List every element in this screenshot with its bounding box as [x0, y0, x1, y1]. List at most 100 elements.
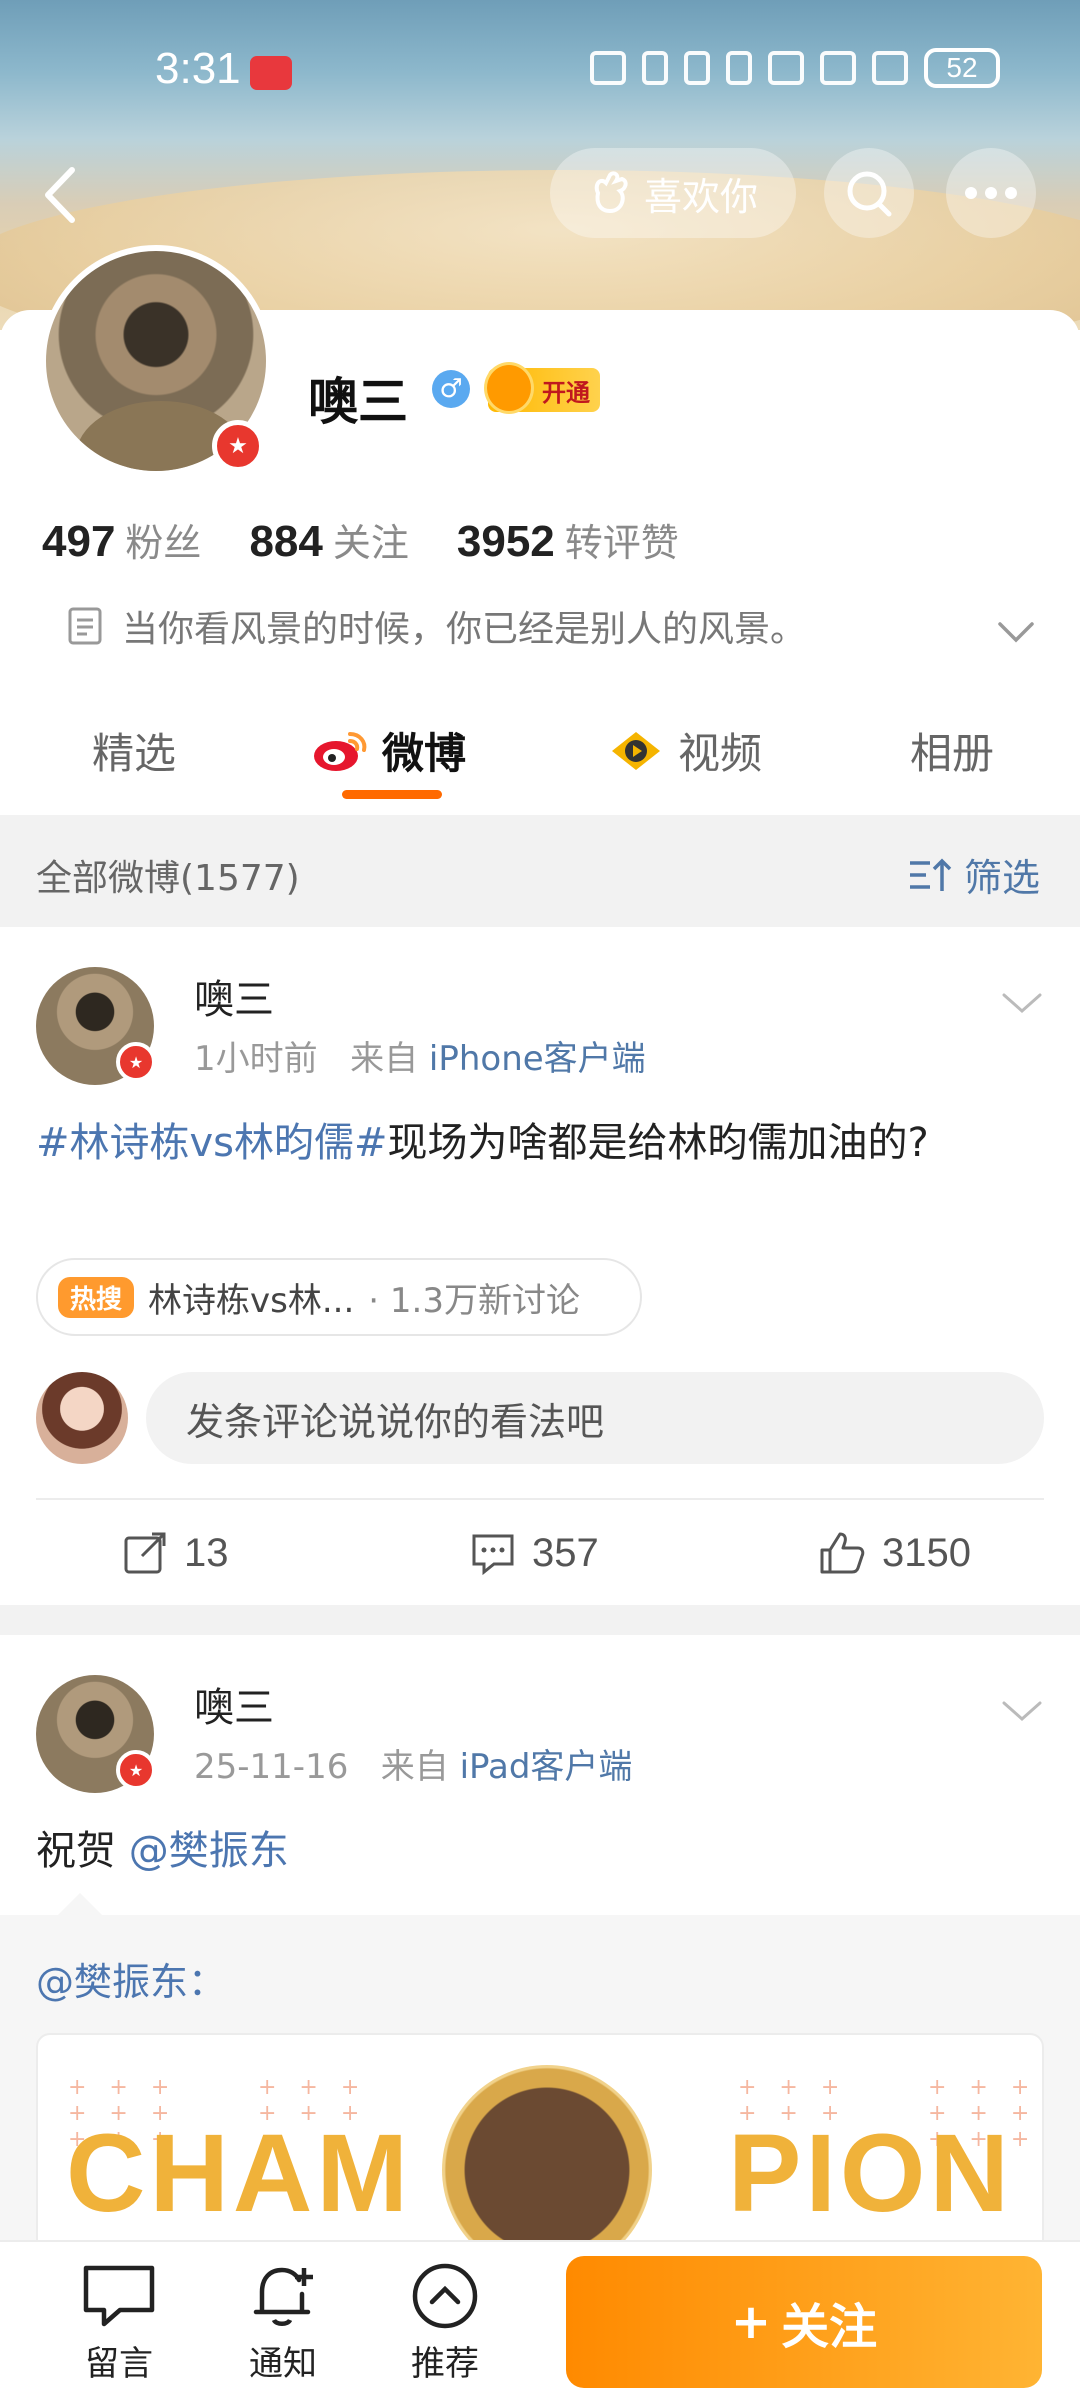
plus-icon: +	[730, 2294, 772, 2350]
more-dots-icon	[965, 187, 1017, 199]
filter-label: 筛选	[963, 856, 1040, 900]
recommend-button[interactable]: 推荐	[390, 2262, 500, 2385]
chevron-down-icon	[1002, 993, 1042, 1014]
document-icon	[68, 607, 102, 645]
chevron-down-icon	[1002, 1701, 1042, 1722]
post-divider	[36, 1498, 1044, 1500]
hand-heart-icon	[594, 171, 628, 214]
chevron-up-circle-icon	[412, 2263, 478, 2329]
battery-icon: 52	[924, 48, 1000, 88]
hashtag-link[interactable]: #林诗栋vs林昀儒#	[36, 1120, 388, 1166]
profile-tabs: 精选 微博 视频 相册	[0, 700, 1080, 810]
bluetooth-icon	[684, 51, 710, 85]
repost-author[interactable]: @樊振东：	[36, 1951, 226, 2006]
share-icon	[124, 1532, 166, 1574]
nfc-icon	[642, 51, 668, 85]
follow-label: 关注	[781, 2299, 878, 2355]
my-avatar	[36, 1372, 128, 1464]
comment-button[interactable]: 357	[470, 1530, 599, 1576]
search-button[interactable]	[824, 148, 914, 238]
chevron-left-icon	[45, 167, 75, 223]
bio-text: 当你看风景的时候，你已经是别人的风景。	[122, 609, 807, 650]
stat-num: 497	[42, 517, 116, 566]
eye-icon	[590, 51, 626, 85]
tab-label: 视频	[678, 729, 763, 778]
mention-link[interactable]: @樊振东	[129, 1828, 289, 1874]
verified-badge-icon: ★	[212, 420, 264, 472]
tab-album[interactable]: 相册	[910, 720, 994, 781]
post-from: 来自	[380, 1747, 449, 1787]
filter-button[interactable]: 筛选	[908, 847, 1040, 902]
hot-search-badge: 热搜	[58, 1276, 135, 1318]
comment-input[interactable]: 发条评论说说你的看法吧	[146, 1372, 1044, 1464]
status-bar: 3:31 52	[0, 0, 1080, 140]
post-gap	[0, 1605, 1080, 1635]
message-icon	[83, 2265, 155, 2327]
profile-name: 噢三	[308, 373, 408, 431]
wifi-icon	[768, 51, 804, 85]
all-posts-count: 全部微博(1577)	[36, 858, 300, 899]
notification-button[interactable]: 通知	[228, 2262, 338, 2385]
tab-featured[interactable]: 精选	[92, 720, 176, 781]
follow-button[interactable]: + 关注	[566, 2256, 1042, 2388]
chevron-down-icon	[998, 622, 1034, 643]
verified-badge-icon: ★	[116, 1042, 156, 1082]
huawei-app-icon	[250, 56, 292, 90]
feed-filter-bar: 全部微博(1577) 筛选	[0, 815, 1080, 927]
post-menu-button[interactable]	[1000, 1695, 1044, 1727]
stat-num: 3952	[456, 517, 555, 566]
message-button[interactable]: 留言	[64, 2262, 174, 2385]
like-you-button[interactable]: 喜欢你	[550, 148, 796, 238]
bottom-label: 通知	[249, 2344, 317, 2384]
stat-num: 884	[249, 517, 323, 566]
tab-label: 相册	[910, 729, 995, 778]
post-body: 祝贺	[36, 1828, 116, 1874]
post-menu-button[interactable]	[1000, 987, 1044, 1019]
post-meta: 1小时前 来自 iPhone客户端	[194, 1031, 646, 1080]
repost-button[interactable]: 13	[122, 1530, 229, 1576]
repost-caret	[58, 1893, 102, 1915]
post-card[interactable]: 噢三 25-11-16 来自 iPad客户端 祝贺 @樊振东	[0, 1635, 1080, 1915]
hot-topic-count: · 1.3万新讨论	[368, 1280, 580, 1321]
back-button[interactable]	[34, 160, 84, 230]
stat-following[interactable]: 884 关注	[249, 512, 408, 567]
tab-video[interactable]: 视频	[608, 720, 762, 781]
crown-icon	[484, 362, 534, 414]
post-actions: 13 357 3150	[0, 1502, 1080, 1602]
more-button[interactable]	[946, 148, 1036, 238]
stat-interactions[interactable]: 3952 转评赞	[457, 512, 679, 567]
status-icons: 52	[590, 48, 1000, 88]
signal-4g-icon	[820, 51, 856, 85]
gender-male-icon: ♂	[432, 370, 470, 408]
post-source[interactable]: iPhone客户端	[429, 1039, 646, 1079]
profile-stats: 497 粉丝 884 关注 3952 转评赞	[42, 512, 679, 567]
tab-weibo[interactable]: 微博	[312, 720, 466, 781]
post-meta: 25-11-16 来自 iPad客户端	[194, 1739, 632, 1788]
post-author[interactable]: 噢三	[194, 967, 274, 1025]
post-author[interactable]: 噢三	[194, 1675, 274, 1733]
stat-fans[interactable]: 497 粉丝	[42, 512, 201, 567]
post-text: 祝贺 @樊振东	[36, 1821, 1016, 1881]
stat-label: 粉丝	[125, 521, 202, 565]
hot-topic-title: 林诗栋vs林...	[148, 1280, 355, 1321]
profile-bio[interactable]: 当你看风景的时候，你已经是别人的风景。	[66, 600, 806, 652]
like-button[interactable]: 3150	[818, 1530, 971, 1576]
verified-badge-icon: ★	[116, 1750, 156, 1790]
post-from: 来自	[350, 1039, 419, 1079]
bio-expand-button[interactable]	[994, 612, 1038, 652]
like-you-label: 喜欢你	[643, 174, 758, 219]
bottom-label: 推荐	[411, 2344, 479, 2384]
post-body: 现场为啥都是给林昀儒加油的?	[387, 1120, 929, 1166]
stat-label: 关注	[332, 521, 409, 565]
bell-plus-icon	[253, 2267, 313, 2326]
thumbs-up-icon	[820, 1532, 865, 1574]
bottom-action-bar: 留言 通知 推荐 + 关注	[0, 2240, 1080, 2400]
stat-label: 转评赞	[564, 521, 679, 565]
sort-filter-icon	[909, 858, 952, 891]
weibo-logo-icon	[314, 731, 367, 771]
hot-topic-chip[interactable]: 热搜 林诗栋vs林... · 1.3万新讨论	[36, 1258, 642, 1336]
vip-open-badge[interactable]: 开通	[484, 362, 600, 414]
vibrate-icon	[726, 51, 752, 85]
post-source[interactable]: iPad客户端	[460, 1747, 633, 1787]
comment-icon	[472, 1534, 514, 1576]
